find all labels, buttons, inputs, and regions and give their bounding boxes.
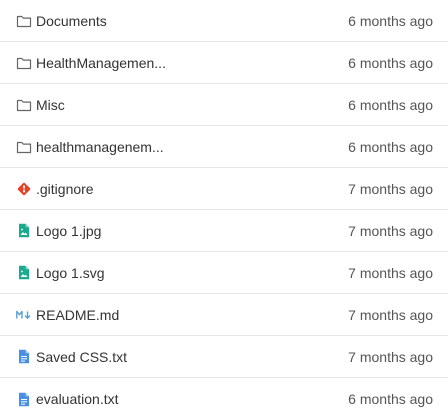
folder-icon [16, 97, 32, 113]
file-date: 6 months ago [348, 96, 433, 113]
file-date: 7 months ago [348, 306, 433, 323]
list-item-folder-healthmanagenem[interactable]: healthmanagenem... 6 months ago [0, 126, 448, 168]
list-item-evaluation[interactable]: evaluation.txt 6 months ago [0, 378, 448, 420]
file-name[interactable]: healthmanagenem... [36, 139, 164, 155]
git-icon [16, 181, 32, 197]
list-item-folder-documents[interactable]: Documents 6 months ago [0, 0, 448, 42]
list-item-gitignore[interactable]: .gitignore 7 months ago [0, 168, 448, 210]
file-date: 6 months ago [348, 391, 433, 407]
list-item-logo-jpg[interactable]: Logo 1.jpg 7 months ago [0, 210, 448, 252]
folder-icon [16, 139, 32, 155]
file-date: 6 months ago [348, 54, 433, 71]
text-file-icon [16, 391, 32, 407]
file-date: 7 months ago [348, 222, 433, 239]
folder-icon [16, 13, 32, 29]
image-file-icon [16, 223, 32, 239]
file-name[interactable]: Logo 1.jpg [36, 223, 101, 239]
file-date: 6 months ago [348, 12, 433, 29]
file-name[interactable]: evaluation.txt [36, 391, 119, 407]
folder-icon [16, 55, 32, 71]
list-item-folder-healthmanagement[interactable]: HealthManagemen... 6 months ago [0, 42, 448, 84]
text-file-icon [16, 349, 32, 365]
markdown-icon [16, 307, 32, 323]
file-date: 6 months ago [348, 138, 433, 155]
list-item-folder-misc[interactable]: Misc 6 months ago [0, 84, 448, 126]
file-date: 7 months ago [348, 348, 433, 365]
file-name[interactable]: Misc [36, 97, 65, 113]
file-name[interactable]: Saved CSS.txt [36, 349, 127, 365]
file-date: 7 months ago [348, 264, 433, 281]
list-item-logo-svg[interactable]: Logo 1.svg 7 months ago [0, 252, 448, 294]
file-name[interactable]: .gitignore [36, 181, 94, 197]
list-item-saved-css[interactable]: Saved CSS.txt 7 months ago [0, 336, 448, 378]
file-name[interactable]: README.md [36, 307, 119, 323]
file-list: Documents 6 months ago HealthManagemen..… [0, 0, 448, 415]
file-name[interactable]: HealthManagemen... [36, 55, 166, 71]
image-file-icon [16, 265, 32, 281]
file-name[interactable]: Documents [36, 13, 107, 29]
file-name[interactable]: Logo 1.svg [36, 265, 105, 281]
list-item-readme[interactable]: README.md 7 months ago [0, 294, 448, 336]
file-date: 7 months ago [348, 180, 433, 197]
